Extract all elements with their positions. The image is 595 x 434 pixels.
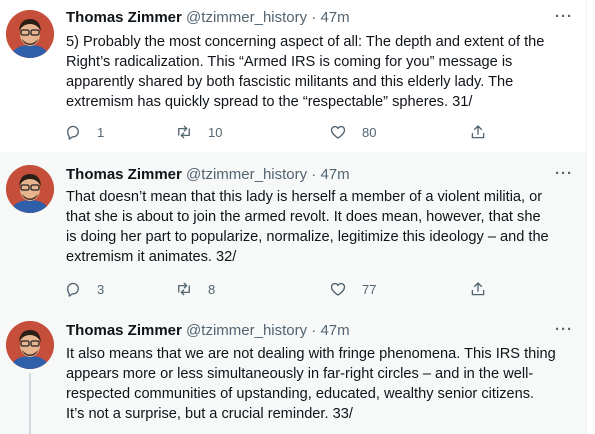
reply-icon [67, 282, 79, 297]
tweet-header: Thomas Zimmer @tzimmer_history · 47m [66, 321, 350, 341]
timestamp[interactable]: 47m [320, 9, 349, 26]
more-options-icon[interactable]: ··· [553, 9, 575, 30]
author-name[interactable]: Thomas Zimmer [66, 322, 182, 339]
reply-icon [67, 125, 79, 140]
share-button[interactable] [467, 120, 487, 144]
separator: · [311, 322, 317, 339]
tweet[interactable]: Thomas Zimmer @tzimmer_history · 47m ···… [0, 0, 586, 152]
timeline: Thomas Zimmer @tzimmer_history · 47m ···… [0, 0, 587, 434]
share-button[interactable] [467, 277, 487, 301]
reply-button[interactable]: 3 [62, 277, 104, 301]
tweet[interactable]: Thomas Zimmer @tzimmer_history · 47m ···… [0, 152, 586, 307]
avatar[interactable] [6, 165, 54, 213]
more-options-icon[interactable]: ··· [553, 166, 575, 187]
author-handle[interactable]: @tzimmer_history [186, 9, 307, 26]
like-button[interactable]: 77 [327, 277, 376, 301]
share-icon [471, 282, 485, 296]
heart-icon [330, 282, 346, 296]
author-handle[interactable]: @tzimmer_history [186, 322, 307, 339]
more-options-icon[interactable]: ··· [553, 322, 575, 343]
tweet-actions: 3 8 77 [62, 277, 502, 301]
separator: · [311, 166, 317, 183]
tweet-header: Thomas Zimmer @tzimmer_history · 47m [66, 165, 350, 185]
author-name[interactable]: Thomas Zimmer [66, 166, 182, 183]
tweet[interactable]: Thomas Zimmer @tzimmer_history · 47m ···… [0, 307, 586, 434]
like-count: 77 [362, 281, 377, 297]
tweet-text: It also means that we are not dealing wi… [66, 346, 556, 422]
tweet-actions: 1 10 80 [62, 120, 502, 144]
profile-photo [6, 10, 54, 58]
retweet-count: 8 [208, 281, 216, 297]
retweet-button[interactable]: 8 [173, 277, 215, 301]
separator: · [311, 9, 317, 26]
timestamp[interactable]: 47m [320, 322, 349, 339]
avatar[interactable] [6, 10, 54, 58]
tweet-text: That doesn’t mean that this lady is hers… [66, 189, 549, 265]
retweet-button[interactable]: 10 [173, 120, 222, 144]
avatar[interactable] [6, 321, 54, 369]
author-name[interactable]: Thomas Zimmer [66, 9, 182, 26]
heart-icon [330, 125, 346, 139]
retweet-icon [178, 125, 190, 139]
like-button[interactable]: 80 [327, 120, 376, 144]
retweet-icon [178, 282, 190, 296]
author-handle[interactable]: @tzimmer_history [186, 166, 307, 183]
profile-photo [6, 165, 54, 213]
reply-button[interactable]: 1 [62, 120, 104, 144]
profile-photo [6, 321, 54, 369]
reply-count: 1 [97, 124, 105, 140]
thread-connector [29, 373, 31, 434]
timestamp[interactable]: 47m [320, 166, 349, 183]
like-count: 80 [362, 124, 377, 140]
share-icon [471, 125, 485, 139]
reply-count: 3 [97, 281, 105, 297]
tweet-header: Thomas Zimmer @tzimmer_history · 47m [66, 8, 350, 28]
tweet-text: 5) Probably the most concerning aspect o… [66, 34, 545, 110]
retweet-count: 10 [208, 124, 223, 140]
